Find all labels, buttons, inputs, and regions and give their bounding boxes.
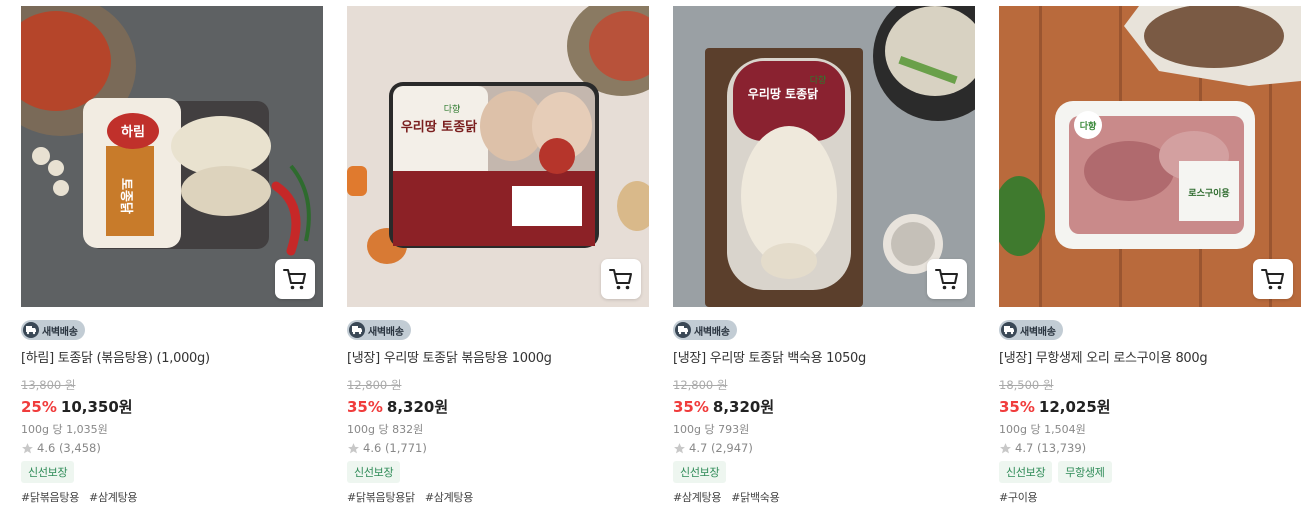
- tag-antibiotic-free: 무항생제: [1058, 461, 1112, 483]
- cart-icon: [1261, 269, 1284, 290]
- rating: 4.6 (3,458): [21, 441, 323, 455]
- cart-icon: [935, 269, 958, 290]
- add-to-cart-button[interactable]: [927, 259, 967, 299]
- hashtag[interactable]: #닭백숙용: [731, 489, 780, 505]
- original-price: 12,800 원: [347, 378, 402, 392]
- dawn-delivery-badge: 새벽배송: [999, 320, 1063, 340]
- discount-rate: 25%: [21, 398, 57, 416]
- add-to-cart-button[interactable]: [1253, 259, 1293, 299]
- package-brand-text: 다향: [444, 103, 461, 115]
- sale-price: 10,350원: [60, 398, 133, 416]
- package-label-text: 우리땅 토종닭: [401, 119, 477, 135]
- package-label-text: 토종닭: [118, 178, 133, 214]
- unit-price: 100g 당 1,035원: [21, 423, 108, 436]
- hashtag-list: #닭볶음탕용닭 #삼계탕용: [347, 489, 649, 505]
- tag-fresh-guarantee: 신선보장: [999, 461, 1053, 483]
- delivery-truck-icon: [675, 322, 691, 338]
- hashtag[interactable]: #닭볶음탕용: [21, 489, 79, 505]
- rating: 4.6 (1,771): [347, 441, 649, 455]
- discount-rate: 35%: [673, 398, 709, 416]
- original-price: 13,800 원: [21, 378, 76, 392]
- discount-rate: 35%: [347, 398, 383, 416]
- rating-text: 4.6 (1,771): [363, 441, 427, 455]
- price-row: 35% 8,320원: [347, 396, 649, 417]
- product-image[interactable]: 다향 로스구이용: [999, 6, 1301, 307]
- badge-label: 새벽배송: [1020, 326, 1056, 338]
- tag-fresh-guarantee: 신선보장: [673, 461, 727, 483]
- cart-icon: [609, 269, 632, 290]
- hashtag[interactable]: #삼계탕용: [89, 489, 138, 505]
- tag-list: 신선보장: [673, 461, 975, 483]
- dawn-delivery-badge: 새벽배송: [347, 320, 411, 340]
- unit-price: 100g 당 832원: [347, 423, 424, 436]
- product-name[interactable]: [냉장] 우리땅 토종닭 백숙용 1050g: [673, 347, 975, 366]
- sale-price: 8,320원: [386, 398, 449, 416]
- sale-price: 8,320원: [712, 398, 775, 416]
- package-label-text: 우리땅 토종닭: [748, 86, 818, 101]
- hashtag[interactable]: #삼계탕용: [425, 489, 474, 505]
- rating-text: 4.7 (2,947): [689, 441, 753, 455]
- tag-fresh-guarantee: 신선보장: [21, 461, 75, 483]
- delivery-truck-icon: [1001, 322, 1017, 338]
- dawn-delivery-badge: 새벽배송: [21, 320, 85, 340]
- rating: 4.7 (2,947): [673, 441, 975, 455]
- delivery-truck-icon: [23, 322, 39, 338]
- product-name[interactable]: [냉장] 무항생제 오리 로스구이용 800g: [999, 347, 1301, 366]
- hashtag-list: #삼계탕용 #닭백숙용: [673, 489, 975, 505]
- product-image[interactable]: 우리땅 토종닭 다향: [673, 6, 975, 307]
- star-icon: [22, 442, 33, 453]
- original-price: 18,500 원: [999, 378, 1054, 392]
- add-to-cart-button[interactable]: [275, 259, 315, 299]
- delivery-truck-icon: [349, 322, 365, 338]
- unit-price: 100g 당 1,504원: [999, 423, 1086, 436]
- discount-rate: 35%: [999, 398, 1035, 416]
- hashtag[interactable]: #닭볶음탕용닭: [347, 489, 415, 505]
- sale-price: 12,025원: [1038, 398, 1111, 416]
- price-row: 25% 10,350원: [21, 396, 323, 417]
- product-image[interactable]: 우리땅 토종닭 다향: [347, 6, 649, 307]
- product-card[interactable]: 다향 로스구이용 새벽배송 [냉장] 무항생제 오리 로스구이용 800g 18…: [999, 6, 1301, 505]
- tag-list: 신선보장 무항생제: [999, 461, 1301, 483]
- star-icon: [348, 442, 359, 453]
- package-brand-text: 하림: [121, 124, 145, 140]
- star-icon: [674, 442, 685, 453]
- package-brand-text: 다향: [1080, 120, 1097, 132]
- hashtag[interactable]: #삼계탕용: [673, 489, 722, 505]
- product-card[interactable]: 우리땅 토종닭 다향 새벽배송 [냉장] 우리땅 토종닭 볶음탕용 1000g …: [347, 6, 649, 505]
- price-row: 35% 8,320원: [673, 396, 975, 417]
- hashtag-list: #닭볶음탕용 #삼계탕용: [21, 489, 323, 505]
- dawn-delivery-badge: 새벽배송: [673, 320, 737, 340]
- add-to-cart-button[interactable]: [601, 259, 641, 299]
- product-card[interactable]: 우리땅 토종닭 다향 새벽배송 [냉장] 우리땅 토종닭 백숙용 1050g 1…: [673, 6, 975, 505]
- product-card[interactable]: 하림 토종닭 새벽배송 [하림] 토종닭 (볶음탕용) (1,000g) 13,…: [21, 6, 323, 505]
- product-name[interactable]: [하림] 토종닭 (볶음탕용) (1,000g): [21, 347, 323, 366]
- star-icon: [1000, 442, 1011, 453]
- tag-list: 신선보장: [347, 461, 649, 483]
- package-brand-text: 다향: [810, 74, 827, 86]
- hashtag-list: #구이용: [999, 489, 1301, 505]
- rating-text: 4.7 (13,739): [1015, 441, 1087, 455]
- rating: 4.7 (13,739): [999, 441, 1301, 455]
- rating-text: 4.6 (3,458): [37, 441, 101, 455]
- hashtag[interactable]: #구이용: [999, 489, 1038, 505]
- product-grid: 하림 토종닭 새벽배송 [하림] 토종닭 (볶음탕용) (1,000g) 13,…: [0, 0, 1304, 529]
- product-name[interactable]: [냉장] 우리땅 토종닭 볶음탕용 1000g: [347, 347, 649, 366]
- badge-label: 새벽배송: [694, 326, 730, 338]
- tag-list: 신선보장: [21, 461, 323, 483]
- badge-label: 새벽배송: [368, 326, 404, 338]
- product-image[interactable]: 하림 토종닭: [21, 6, 323, 307]
- original-price: 12,800 원: [673, 378, 728, 392]
- badge-label: 새벽배송: [42, 326, 78, 338]
- tag-fresh-guarantee: 신선보장: [347, 461, 401, 483]
- package-label-text: 로스구이용: [1188, 187, 1229, 199]
- unit-price: 100g 당 793원: [673, 423, 750, 436]
- price-row: 35% 12,025원: [999, 396, 1301, 417]
- cart-icon: [283, 269, 306, 290]
